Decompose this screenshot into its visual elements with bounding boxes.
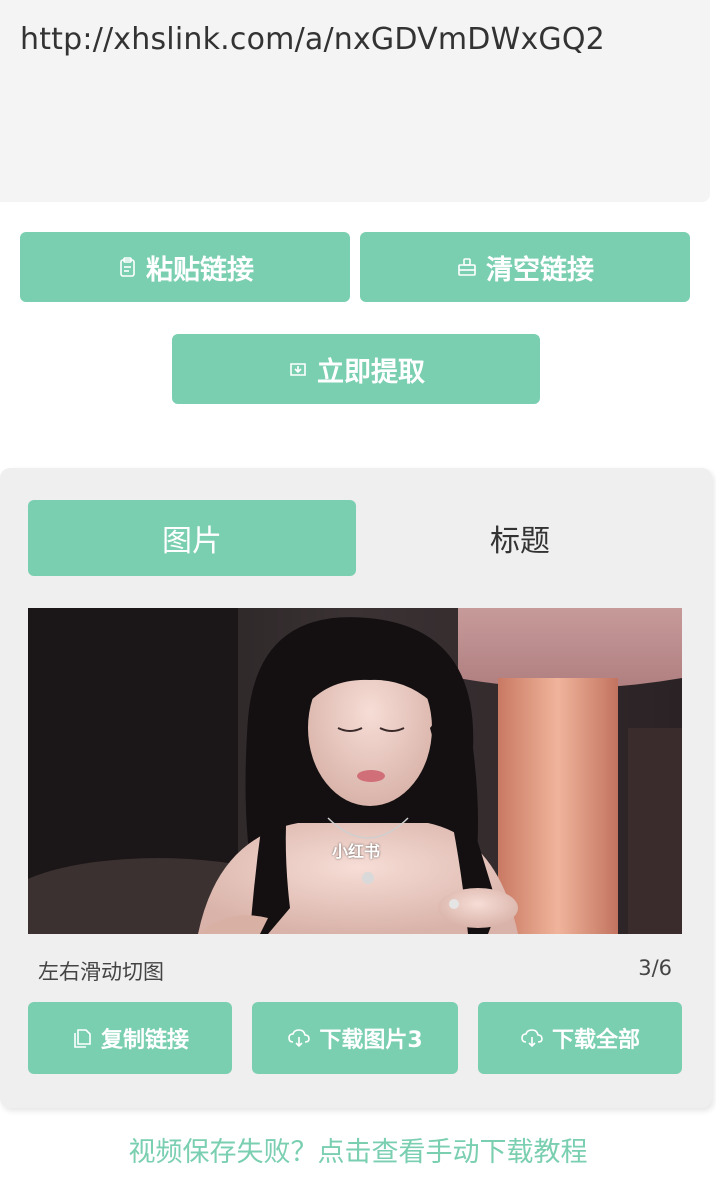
paste-link-label: 粘贴链接 (146, 254, 254, 286)
link-input[interactable]: http://xhslink.com/a/nxGDVmDWxGQ2 (0, 0, 710, 202)
tab-images[interactable]: 图片 (28, 500, 356, 576)
download-box-icon (287, 358, 309, 380)
download-all-label: 下载全部 (551, 1028, 640, 1053)
download-tutorial-link[interactable]: 视频保存失败？点击查看手动下载教程 (0, 1130, 716, 1169)
copy-link-label: 复制链接 (100, 1028, 189, 1053)
photo-image (28, 608, 682, 934)
extract-button[interactable]: 立即提取 (172, 334, 540, 404)
broom-icon (456, 256, 478, 278)
result-panel: 图片 标题 小红书 左右滑动切图 3/6 复制链接 下载图片3 下载全部 (0, 468, 712, 1108)
clear-link-label: 清空链接 (486, 254, 594, 286)
copy-link-button[interactable]: 复制链接 (28, 1002, 232, 1074)
download-all-button[interactable]: 下载全部 (478, 1002, 682, 1074)
download-image-label: 下载图片3 (319, 1028, 423, 1053)
image-counter: 3/6 (638, 956, 672, 980)
download-image-button[interactable]: 下载图片3 (252, 1002, 458, 1074)
tab-title-label: 标题 (490, 524, 550, 559)
tab-images-label: 图片 (162, 524, 222, 559)
watermark-logo: 小红书 (332, 842, 381, 861)
image-carousel[interactable]: 小红书 (28, 608, 682, 934)
cloud-download-icon (520, 1027, 544, 1049)
clear-link-button[interactable]: 清空链接 (360, 232, 690, 302)
copy-icon (71, 1027, 93, 1049)
cloud-download-icon (287, 1027, 311, 1049)
tab-title[interactable]: 标题 (356, 500, 684, 576)
link-input-value: http://xhslink.com/a/nxGDVmDWxGQ2 (20, 22, 605, 57)
swipe-hint: 左右滑动切图 (38, 960, 164, 984)
extract-label: 立即提取 (317, 356, 425, 388)
clipboard-icon (116, 256, 138, 278)
paste-link-button[interactable]: 粘贴链接 (20, 232, 350, 302)
